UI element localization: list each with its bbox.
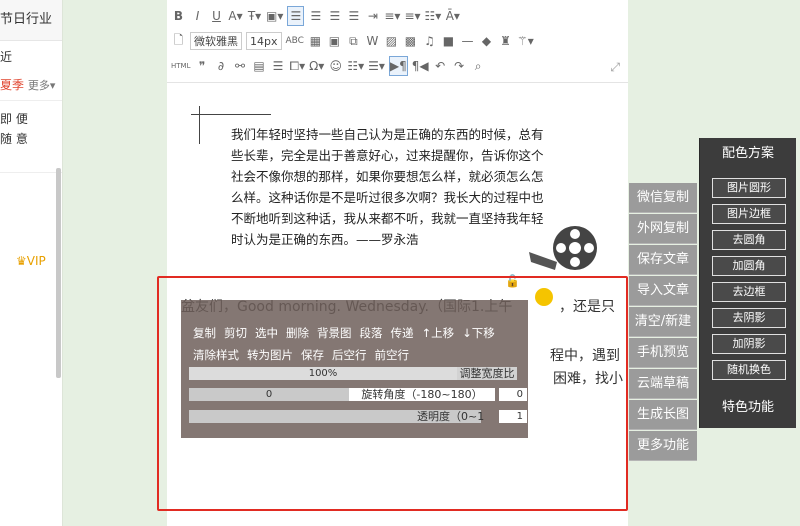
remove-border-button[interactable]: 去边框: [712, 282, 786, 302]
html-icon[interactable]: HTML: [171, 57, 190, 75]
divider: [0, 100, 62, 101]
picture-icon[interactable]: ▨: [384, 32, 399, 50]
remove-radius-button[interactable]: 去圆角: [712, 230, 786, 250]
gallery-icon[interactable]: ▩: [403, 32, 418, 50]
wechat-copy-button[interactable]: 微信复制: [629, 183, 697, 213]
paragraph-icon[interactable]: ☰: [270, 57, 285, 75]
sidebar-scrollbar[interactable]: [56, 168, 61, 378]
format-painter-icon[interactable]: ♜: [498, 32, 513, 50]
word-icon[interactable]: W: [365, 32, 380, 50]
line-height-icon[interactable]: ≡▾: [384, 7, 400, 25]
crown-icon: ♛: [16, 254, 27, 268]
fullscreen-icon[interactable]: ⤢: [610, 60, 620, 75]
ordered-list-icon[interactable]: ☷▾: [347, 57, 364, 75]
quote-paragraph: 我们年轻时坚持一些自己认为是正确的东西的时候，总有 些长辈，完全是出于善意好心，…: [231, 124, 557, 250]
add-radius-button[interactable]: 加圆角: [712, 256, 786, 276]
sidebar-title[interactable]: 节日行业: [0, 0, 62, 41]
sidebar-row[interactable]: 近: [0, 48, 62, 65]
redo-icon[interactable]: ↷: [452, 57, 467, 75]
color-scheme-title[interactable]: 配色方案: [700, 138, 796, 170]
new-document-icon[interactable]: 🗋: [171, 32, 186, 50]
underline-icon[interactable]: U: [209, 7, 224, 25]
remove-shadow-button[interactable]: 去阴影: [712, 308, 786, 328]
sidebar-tag-summer[interactable]: 夏季: [0, 78, 24, 92]
multi-image-icon[interactable]: ⧉: [346, 32, 361, 50]
template-icon[interactable]: ▤: [251, 57, 266, 75]
quote-icon[interactable]: ❞: [194, 57, 209, 75]
random-color-button[interactable]: 随机换色: [712, 360, 786, 380]
external-copy-button[interactable]: 外网复制: [629, 214, 697, 244]
video-icon[interactable]: ■: [441, 32, 456, 50]
import-article-button[interactable]: 导入文章: [629, 276, 697, 306]
template-sidebar: 节日行业 近 夏季 更多▾ 即 便 随 意 ♛VIP: [0, 0, 63, 526]
list-style-icon[interactable]: ☷▾: [425, 7, 442, 25]
special-char-icon[interactable]: Ω▾: [309, 57, 324, 75]
decorative-line: [191, 114, 271, 115]
clear-new-button[interactable]: 清空/新建: [629, 307, 697, 337]
ltr-icon[interactable]: ▶¶: [388, 56, 408, 76]
text-line: 我们年轻时坚持一些自己认为是正确的东西的时候，总有: [231, 127, 544, 142]
font-family-select[interactable]: 微软雅黑: [190, 32, 242, 50]
text-line: 么样。这种话你是不是听过很多次啊？我长大的过程中也: [231, 190, 544, 205]
sidebar-more-link[interactable]: 更多▾: [28, 79, 56, 92]
emoji-icon[interactable]: ☺: [328, 57, 343, 75]
align-justify-icon[interactable]: ☰: [346, 7, 361, 25]
long-image-button[interactable]: 生成长图: [629, 400, 697, 430]
image-border-button[interactable]: 图片边框: [712, 204, 786, 224]
add-shadow-button[interactable]: 加阴影: [712, 334, 786, 354]
align-left-icon[interactable]: ☰: [287, 6, 305, 26]
font-size-select[interactable]: 14px: [246, 32, 282, 50]
insert-frame-icon[interactable]: ⧠▾: [289, 57, 305, 75]
paragraph-spacing-icon[interactable]: ≡▾: [404, 7, 420, 25]
sidebar-text: 即 便: [0, 112, 28, 126]
film-reel-icon: [529, 226, 597, 270]
music-icon[interactable]: ♫: [422, 32, 437, 50]
text-line: 些长辈，完全是出于善意好心，过来提醒你，告诉你这个: [231, 148, 544, 163]
vip-label: VIP: [26, 254, 46, 268]
undo-icon[interactable]: ↶: [433, 57, 448, 75]
special-features-button[interactable]: 特色功能: [700, 390, 796, 426]
highlight-frame: [157, 276, 628, 511]
color-scheme-panel: 配色方案 图片圆形 图片边框 去圆角 加圆角 去边框 去阴影 加阴影 随机换色 …: [699, 138, 796, 428]
divider: [0, 172, 62, 173]
cloud-draft-button[interactable]: 云端草稿: [629, 369, 697, 399]
round-image-button[interactable]: 图片圆形: [712, 178, 786, 198]
editor-toolbar: B I U A▾ Ŧ▾ ▣▾ ☰ ☰ ☰ ☰ ⇥ ≡▾ ≡▾ ☷▾ Ā▾ 🗋 微…: [167, 0, 628, 83]
mobile-preview-button[interactable]: 手机预览: [629, 338, 697, 368]
font-color-icon[interactable]: A▾: [228, 7, 243, 25]
align-right-icon[interactable]: ☰: [327, 7, 342, 25]
more-features-button[interactable]: 更多功能: [629, 431, 697, 461]
highlight-icon[interactable]: Ŧ▾: [247, 7, 262, 25]
case-icon[interactable]: ABC: [286, 32, 304, 50]
text-line: 社会不像你想的那样，如果你要想怎么样，就必须怎么怎: [231, 169, 544, 184]
eraser-icon[interactable]: ◆: [479, 32, 494, 50]
vip-badge[interactable]: ♛VIP: [16, 254, 46, 268]
italic-icon[interactable]: I: [190, 7, 205, 25]
clear-format-icon[interactable]: Ā▾: [445, 7, 460, 25]
magic-wand-icon[interactable]: ⚚▾: [517, 32, 534, 50]
table-icon[interactable]: ▦: [308, 32, 323, 50]
save-article-button[interactable]: 保存文章: [629, 245, 697, 275]
unordered-list-icon[interactable]: ☰▾: [368, 57, 385, 75]
background-color-icon[interactable]: ▣▾: [266, 7, 283, 25]
horizontal-rule-icon[interactable]: —: [460, 32, 475, 50]
decorative-line: [199, 106, 200, 144]
bold-icon[interactable]: B: [171, 7, 186, 25]
align-center-icon[interactable]: ☰: [308, 7, 323, 25]
image-icon[interactable]: ▣: [327, 32, 342, 50]
link-icon[interactable]: ∂: [213, 57, 228, 75]
text-line: 时认为是正确的东西。——罗永浩: [231, 232, 419, 247]
rtl-icon[interactable]: ¶◀: [412, 57, 429, 75]
unlink-icon[interactable]: ⚯: [232, 57, 247, 75]
sidebar-tags: 夏季 更多▾: [0, 76, 62, 93]
sidebar-text: 随 意: [0, 132, 28, 146]
indent-icon[interactable]: ⇥: [365, 7, 380, 25]
text-line: 不断地听到这种话，我从来都不听，我就一直坚持我年轻: [231, 211, 544, 226]
search-replace-icon[interactable]: ⌕: [471, 57, 486, 75]
